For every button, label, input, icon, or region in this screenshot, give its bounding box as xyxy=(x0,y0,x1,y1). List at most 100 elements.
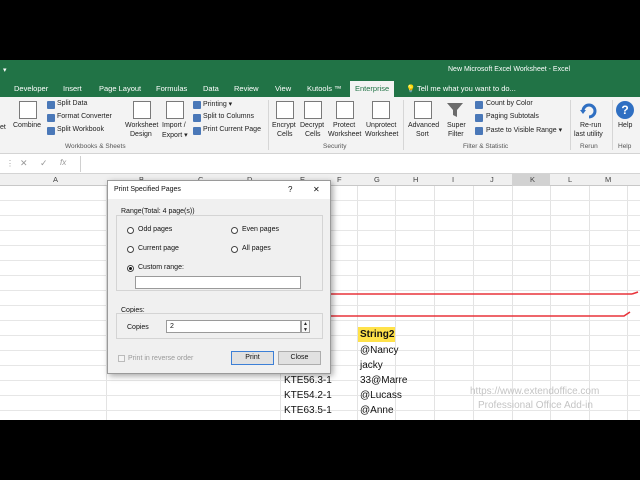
tab-enterprise[interactable]: Enterprise xyxy=(350,81,395,97)
group-filter-label: Filter & Statistic xyxy=(463,143,509,150)
tab-data[interactable]: Data xyxy=(203,84,219,93)
rerun-label-2[interactable]: last utility xyxy=(574,131,603,138)
odd-pages-radio[interactable] xyxy=(127,227,134,234)
column-header-j[interactable]: J xyxy=(490,175,494,184)
combine-icon[interactable] xyxy=(19,101,37,119)
unprotect-label-1[interactable]: Unprotect xyxy=(366,122,396,129)
reverse-order-checkbox[interactable] xyxy=(118,355,125,362)
cell-g5[interactable]: @Anne xyxy=(360,405,394,416)
combine-button[interactable]: Combine xyxy=(13,122,41,129)
excel-window: ▾ New Microsoft Excel Worksheet - Excel … xyxy=(0,60,640,420)
advanced-sort-label-2[interactable]: Sort xyxy=(416,131,429,138)
print-button[interactable]: Print xyxy=(231,351,274,365)
tab-formulas[interactable]: Formulas xyxy=(156,84,187,93)
current-page-radio[interactable] xyxy=(127,246,134,253)
import-export-label-1[interactable]: Import / xyxy=(162,122,186,129)
ribbon-separator xyxy=(570,100,571,150)
tab-insert[interactable]: Insert xyxy=(63,84,82,93)
copies-input[interactable]: 2 xyxy=(166,320,301,333)
split-to-columns-button[interactable]: Split to Columns xyxy=(203,113,254,120)
odd-pages-label[interactable]: Odd pages xyxy=(138,226,172,233)
protect-worksheet-icon[interactable] xyxy=(336,101,354,119)
ribbon-cut-label: et xyxy=(0,124,6,131)
funnel-icon[interactable] xyxy=(446,101,464,119)
tab-review[interactable]: Review xyxy=(234,84,259,93)
advanced-sort-label-1[interactable]: Advanced xyxy=(408,122,439,129)
tab-page-layout[interactable]: Page Layout xyxy=(99,84,141,93)
cell-e3[interactable]: KTE56.3-1 xyxy=(284,375,332,386)
cell-g1[interactable]: @Nancy xyxy=(360,345,399,356)
encrypt-label-2[interactable]: Cells xyxy=(277,131,293,138)
formula-input[interactable] xyxy=(84,156,636,172)
tab-developer[interactable]: Developer xyxy=(14,84,48,93)
rerun-arrow-icon[interactable] xyxy=(580,101,598,119)
cell-g3[interactable]: 33@Marre xyxy=(360,375,407,386)
column-header-h[interactable]: H xyxy=(413,175,418,184)
unprotect-label-2[interactable]: Worksheet xyxy=(365,131,398,138)
more-options-icon[interactable]: ⋮ xyxy=(6,159,14,168)
decrypt-label-2[interactable]: Cells xyxy=(305,131,321,138)
current-page-label[interactable]: Current page xyxy=(138,245,179,252)
super-filter-label-2[interactable]: Filter xyxy=(448,131,464,138)
column-header-i[interactable]: I xyxy=(452,175,454,184)
copies-spinner[interactable]: ▲ ▼ xyxy=(301,320,310,333)
print-current-page-button[interactable]: Print Current Page xyxy=(203,126,261,133)
dialog-close-icon[interactable]: ✕ xyxy=(313,185,320,194)
tab-kutools[interactable]: Kutools ™ xyxy=(307,84,342,93)
column-header-g[interactable]: G xyxy=(374,175,380,184)
count-by-color-button[interactable]: Count by Color xyxy=(486,100,533,107)
column-header-f[interactable]: F xyxy=(337,175,342,184)
column-header-l[interactable]: L xyxy=(568,175,572,184)
cancel-entry-icon[interactable]: ✕ xyxy=(20,158,28,169)
column-header-a[interactable]: A xyxy=(53,175,58,184)
advanced-sort-icon[interactable] xyxy=(414,101,432,119)
worksheet-design-label-2[interactable]: Design xyxy=(130,131,152,138)
cell-g4[interactable]: @Lucass xyxy=(360,390,402,401)
format-converter-button[interactable]: Format Converter xyxy=(57,113,112,120)
import-export-label-2[interactable]: Export ▾ xyxy=(162,131,188,139)
column-header-m[interactable]: M xyxy=(605,175,611,184)
rerun-label-1[interactable]: Re-run xyxy=(580,122,601,129)
decrypt-label-1[interactable]: Decrypt xyxy=(300,122,324,129)
encrypt-label-1[interactable]: Encrypt xyxy=(272,122,296,129)
ribbon-tabs: Developer Insert Page Layout Formulas Da… xyxy=(0,80,640,97)
cell-e5[interactable]: KTE63.5-1 xyxy=(284,405,332,416)
super-filter-label-1[interactable]: Super xyxy=(447,122,466,129)
encrypt-cells-icon[interactable] xyxy=(276,101,294,119)
paging-subtotals-button[interactable]: Paging Subtotals xyxy=(486,113,539,120)
worksheet-design-icon[interactable] xyxy=(133,101,151,119)
cell-e4[interactable]: KTE54.2-1 xyxy=(284,390,332,401)
printing-button[interactable]: Printing ▾ xyxy=(203,100,232,108)
custom-range-label[interactable]: Custom range: xyxy=(138,264,184,271)
all-pages-label[interactable]: All pages xyxy=(242,245,271,252)
custom-range-input[interactable] xyxy=(135,276,301,289)
import-export-icon[interactable] xyxy=(166,101,184,119)
worksheet-design-label-1[interactable]: Worksheet xyxy=(125,122,158,129)
unprotect-worksheet-icon[interactable] xyxy=(372,101,390,119)
cell-g-header[interactable]: String2 xyxy=(360,329,394,340)
decrypt-cells-icon[interactable] xyxy=(304,101,322,119)
even-pages-label[interactable]: Even pages xyxy=(242,226,279,233)
confirm-entry-icon[interactable]: ✓ xyxy=(40,158,48,169)
reverse-order-label[interactable]: Print in reverse order xyxy=(128,355,193,362)
tab-view[interactable]: View xyxy=(275,84,291,93)
help-icon[interactable]: ? xyxy=(616,101,634,119)
tell-me-box[interactable]: Tell me what you want to do... xyxy=(417,84,516,93)
insert-function-icon[interactable]: fx xyxy=(60,158,66,167)
custom-range-radio[interactable] xyxy=(127,265,134,272)
quick-access-icon[interactable]: ▾ xyxy=(3,66,7,74)
all-pages-radio[interactable] xyxy=(231,246,238,253)
paste-visible-button[interactable]: Paste to Visible Range ▾ xyxy=(486,126,562,134)
column-header-k-selected[interactable]: K xyxy=(530,175,535,184)
dialog-title: Print Specified Pages xyxy=(114,186,181,193)
dialog-help-button[interactable]: ? xyxy=(288,185,292,194)
split-workbook-button[interactable]: Split Workbook xyxy=(57,126,104,133)
protect-label-1[interactable]: Protect xyxy=(333,122,355,129)
help-button[interactable]: Help xyxy=(618,122,632,129)
cell-g2[interactable]: jacky xyxy=(360,360,383,371)
close-button[interactable]: Close xyxy=(278,351,321,365)
split-data-button[interactable]: Split Data xyxy=(57,100,87,107)
even-pages-radio[interactable] xyxy=(231,227,238,234)
copies-label: Copies xyxy=(127,324,149,331)
protect-label-2[interactable]: Worksheet xyxy=(328,131,361,138)
